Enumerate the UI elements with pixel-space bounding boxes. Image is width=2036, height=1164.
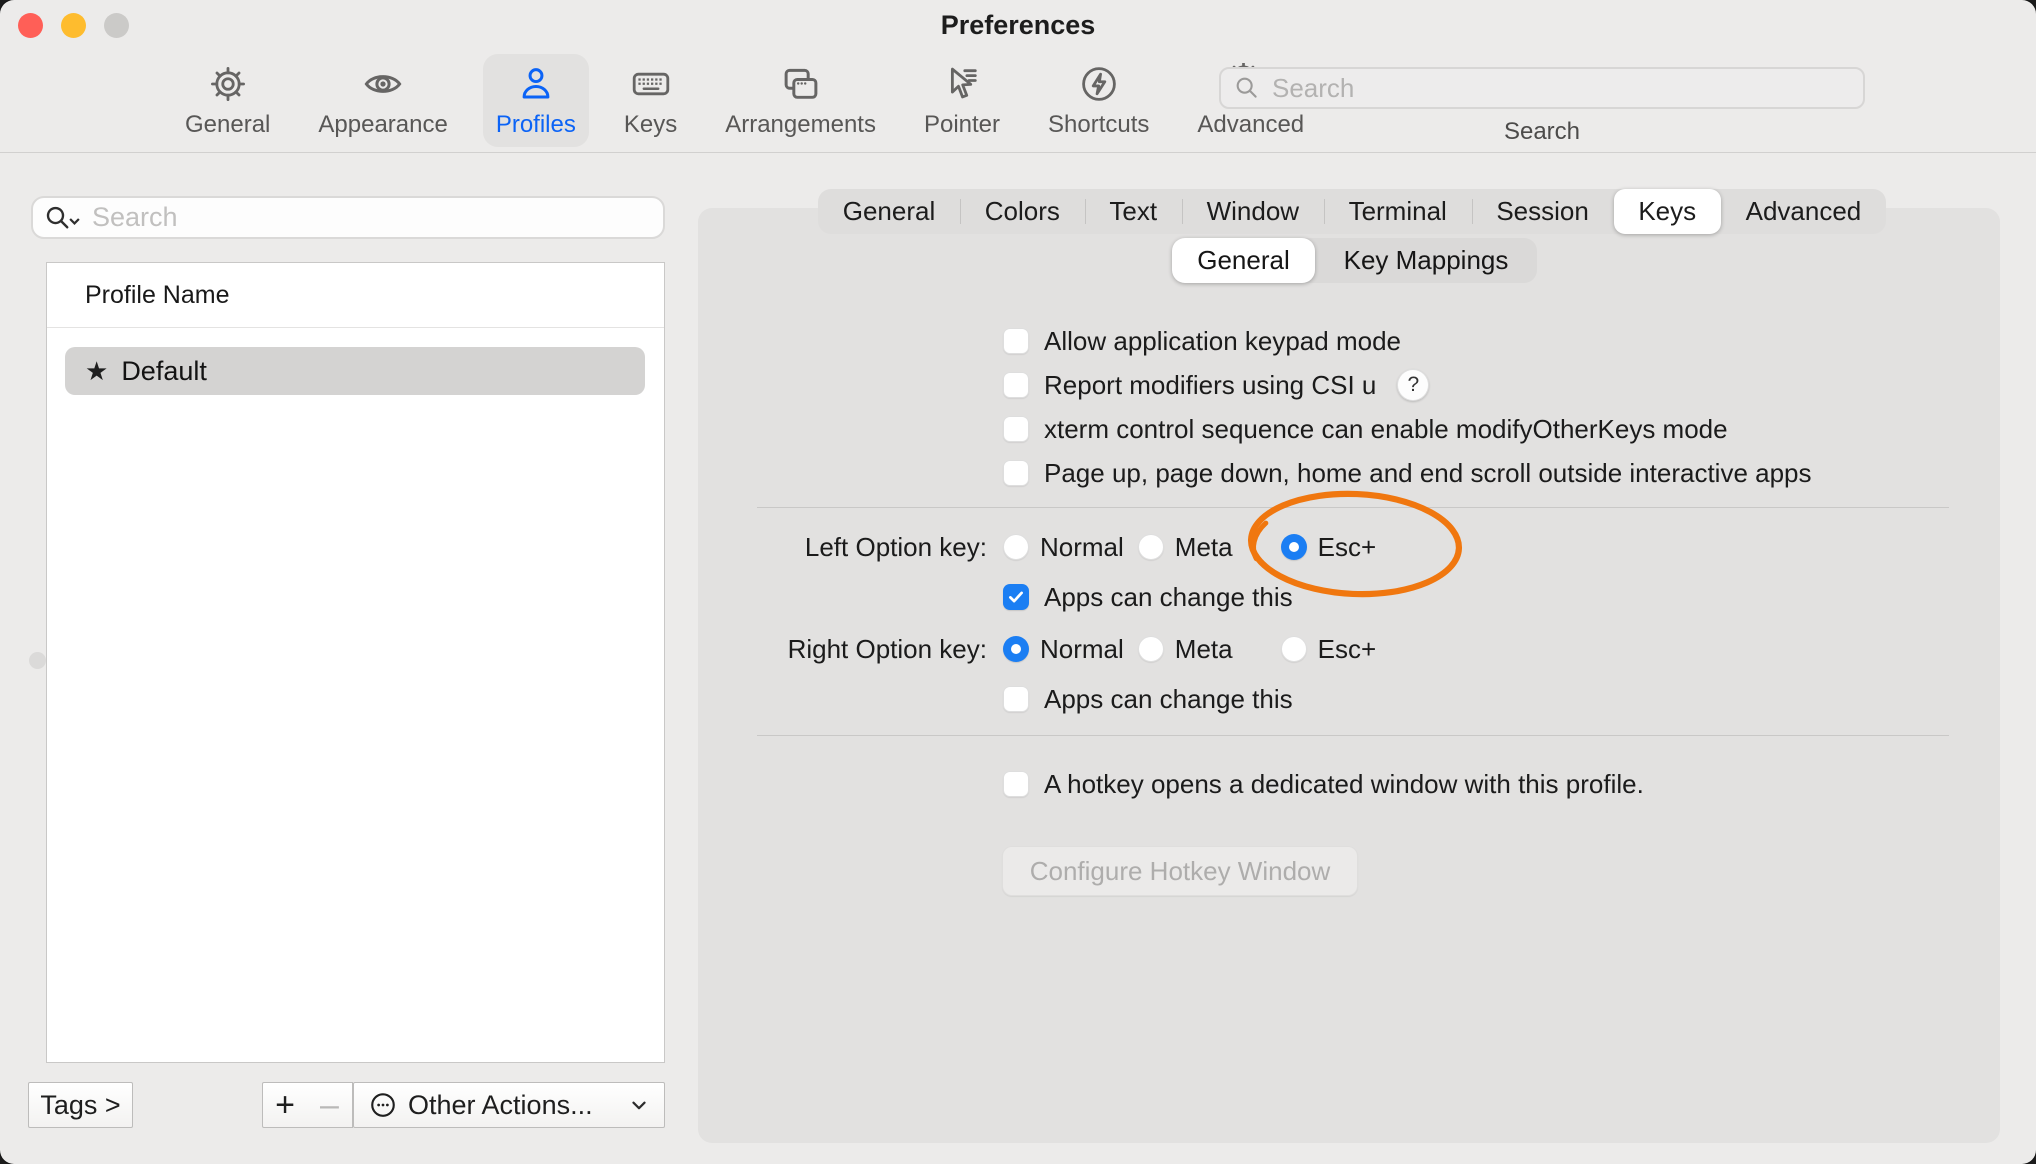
chevron-down-icon <box>628 1094 650 1116</box>
left-option-normal[interactable]: Normal <box>1003 532 1124 563</box>
star-icon: ★ <box>85 358 108 384</box>
checkbox-modify-other-keys[interactable] <box>1003 416 1029 442</box>
toolbar-item-profiles[interactable]: Profiles <box>483 54 589 147</box>
separator <box>757 735 1949 736</box>
toolbar: General Appearance Profi <box>0 50 2036 152</box>
right-option-key-row: Right Option key: Normal Meta Esc+ <box>757 632 1376 666</box>
left-apps-can-change-row: Apps can change this <box>1003 581 1293 613</box>
profile-search-field[interactable] <box>31 196 665 239</box>
toolbar-item-pointer[interactable]: Pointer <box>911 54 1013 147</box>
cursor-icon <box>941 62 983 106</box>
toolbar-item-appearance[interactable]: Appearance <box>305 54 460 147</box>
checkbox-hotkey-window[interactable] <box>1003 771 1029 797</box>
checkbox-left-apps-change[interactable] <box>1003 584 1029 610</box>
configure-hotkey-window-button[interactable]: Configure Hotkey Window <box>1002 846 1358 896</box>
toolbar-item-arrangements[interactable]: Arrangements <box>712 54 889 147</box>
search-with-scope-icon <box>43 203 82 233</box>
row-page-scroll: Page up, page down, home and end scroll … <box>1003 457 1812 489</box>
gear-icon <box>207 62 249 106</box>
tab-advanced[interactable]: Advanced <box>1721 189 1886 234</box>
subtab-general[interactable]: General <box>1172 238 1315 283</box>
keys-subtab-bar: General Key Mappings <box>1172 238 1537 283</box>
profile-row-default[interactable]: ★ Default <box>65 347 645 395</box>
windows-icon <box>777 62 825 106</box>
tab-text[interactable]: Text <box>1085 189 1182 234</box>
help-button[interactable]: ? <box>1397 369 1429 401</box>
checkbox-right-apps-change[interactable] <box>1003 686 1029 712</box>
radio-right-esc[interactable] <box>1281 636 1307 662</box>
keyboard-icon <box>626 62 676 106</box>
profile-name: Default <box>121 356 207 387</box>
tab-general[interactable]: General <box>818 189 960 234</box>
row-modify-other-keys: xterm control sequence can enable modify… <box>1003 413 1728 445</box>
radio-left-normal[interactable] <box>1003 534 1029 560</box>
tab-window[interactable]: Window <box>1182 189 1324 234</box>
toolbar-divider <box>0 152 2036 153</box>
eye-icon <box>357 62 409 106</box>
circle-ellipsis-icon <box>368 1090 398 1120</box>
separator <box>757 507 1949 508</box>
left-option-esc[interactable]: Esc+ <box>1281 532 1377 563</box>
tab-keys[interactable]: Keys <box>1614 189 1721 234</box>
person-icon <box>515 62 557 106</box>
titlebar: Preferences <box>0 0 2036 52</box>
toolbar-search-caption: Search <box>1219 118 1865 146</box>
toolbar-item-shortcuts[interactable]: Shortcuts <box>1035 54 1162 147</box>
row-csi-u: Report modifiers using CSI u ? <box>1003 369 1429 401</box>
splitter-handle[interactable] <box>29 652 46 669</box>
right-apps-can-change-row: Apps can change this <box>1003 683 1293 715</box>
profile-list-header: Profile Name <box>47 263 664 328</box>
radio-left-meta[interactable] <box>1138 534 1164 560</box>
checkbox-page-scroll[interactable] <box>1003 460 1029 486</box>
profile-list: Profile Name ★ Default <box>46 262 665 1063</box>
radio-left-esc[interactable] <box>1281 534 1307 560</box>
left-option-key-row: Left Option key: Normal Meta Esc+ <box>757 530 1376 564</box>
toolbar-search-input[interactable] <box>1270 72 1851 105</box>
checkbox-csi-u[interactable] <box>1003 372 1029 398</box>
toolbar-item-keys[interactable]: Keys <box>611 54 690 147</box>
search-icon <box>1233 74 1261 102</box>
tab-terminal[interactable]: Terminal <box>1324 189 1472 234</box>
add-profile-button[interactable]: + <box>262 1082 308 1128</box>
toolbar-item-general[interactable]: General <box>172 54 283 147</box>
tab-session[interactable]: Session <box>1472 189 1614 234</box>
tags-button[interactable]: Tags > <box>28 1082 133 1128</box>
tab-colors[interactable]: Colors <box>960 189 1085 234</box>
profile-tab-bar: General Colors Text Window Terminal Sess… <box>818 189 1886 234</box>
left-option-meta[interactable]: Meta <box>1138 532 1233 563</box>
subtab-key-mappings[interactable]: Key Mappings <box>1315 238 1537 283</box>
row-keypad-mode: Allow application keypad mode <box>1003 325 1401 357</box>
radio-right-meta[interactable] <box>1138 636 1164 662</box>
other-actions-label: Other Actions... <box>408 1090 593 1121</box>
hotkey-row: A hotkey opens a dedicated window with t… <box>1003 768 1644 800</box>
radio-right-normal[interactable] <box>1003 636 1029 662</box>
right-option-normal[interactable]: Normal <box>1003 634 1124 665</box>
other-actions-dropdown[interactable]: Other Actions... <box>353 1082 665 1128</box>
checkbox-keypad-mode[interactable] <box>1003 328 1029 354</box>
right-option-esc[interactable]: Esc+ <box>1281 634 1377 665</box>
preferences-window: Preferences General Appearance <box>0 0 2036 1164</box>
window-title: Preferences <box>0 10 2036 41</box>
toolbar-search-field[interactable] <box>1219 67 1865 109</box>
right-option-meta[interactable]: Meta <box>1138 634 1233 665</box>
bolt-circle-icon <box>1078 62 1120 106</box>
remove-profile-button[interactable]: – <box>307 1082 353 1128</box>
profile-search-input[interactable] <box>90 201 653 234</box>
